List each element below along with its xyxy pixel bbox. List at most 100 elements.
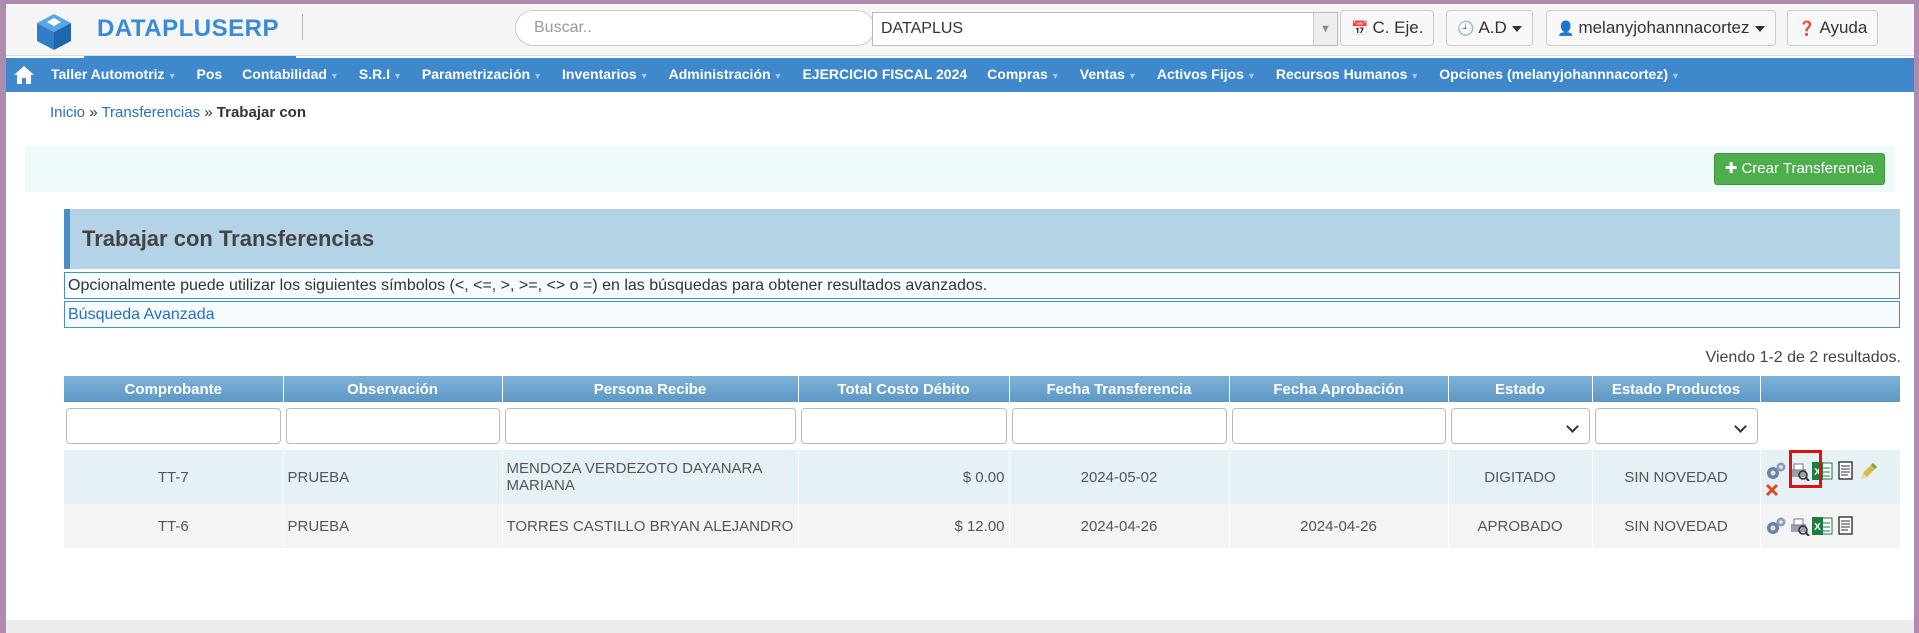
main-nav: Taller Automotriz ▼ Pos Contabilidad ▼ S.R.I ▼… bbox=[6, 58, 1914, 92]
ejercicio-label: C. Eje. bbox=[1372, 18, 1424, 37]
breadcrumb-separator: » bbox=[204, 104, 213, 121]
col-header-fecha-aprobacion[interactable]: Fecha Aprobación bbox=[1229, 376, 1449, 402]
document-icon[interactable] bbox=[1834, 461, 1856, 481]
action-toolbar: ✚ Crear Transferencia bbox=[25, 146, 1895, 192]
company-select[interactable]: DATAPLUS ▼ bbox=[872, 12, 1338, 46]
nav-item-label: Parametrización bbox=[421, 66, 531, 82]
col-header-persona[interactable]: Persona Recibe bbox=[502, 376, 799, 402]
nav-items: Taller Automotriz ▼ Pos Contabilidad ▼ S.R.I ▼… bbox=[40, 57, 1689, 93]
create-transfer-button[interactable]: ✚ Crear Transferencia bbox=[1713, 153, 1885, 185]
chevron-down-icon: ▼ bbox=[167, 71, 177, 81]
cell-fecha-aprobacion: 2024-04-26 bbox=[1229, 504, 1449, 548]
nav-item-10[interactable]: Activos Fijos ▼ bbox=[1146, 57, 1265, 93]
filter-total-input[interactable] bbox=[800, 408, 1007, 444]
page-title: Trabajar con Transferencias bbox=[64, 209, 1900, 269]
brand-name[interactable]: DATAPLUSERP bbox=[97, 15, 279, 43]
caret-down-icon bbox=[1511, 25, 1522, 32]
nav-item-9[interactable]: Ventas ▼ bbox=[1069, 57, 1146, 93]
cell-estado-productos: SIN NOVEDAD bbox=[1592, 504, 1761, 548]
help-button[interactable]: ❓ Ayuda bbox=[1787, 10, 1879, 46]
delete-x-icon[interactable] bbox=[1765, 483, 1779, 497]
table-header-row: Comprobante Observación Persona Recibe T… bbox=[64, 376, 1901, 402]
breadcrumb: Inicio » Transferencias » Trabajar con bbox=[50, 104, 306, 121]
chevron-down-icon[interactable]: ▼ bbox=[1313, 13, 1337, 45]
filter-persona-input[interactable] bbox=[504, 408, 796, 444]
nav-item-0[interactable]: Taller Automotriz ▼ bbox=[40, 57, 185, 93]
header-divider bbox=[302, 14, 303, 40]
print-preview-icon[interactable] bbox=[1788, 516, 1810, 536]
chevron-down-icon: ▼ bbox=[639, 71, 649, 81]
nav-item-label: Administración bbox=[668, 66, 771, 82]
cell-fecha-transferencia: 2024-05-02 bbox=[1009, 450, 1230, 504]
nav-item-1[interactable]: Pos bbox=[185, 57, 231, 93]
table-row[interactable]: TT-7 PRUEBA MENDOZA VERDEZOTO DAYANARA M… bbox=[64, 450, 1901, 504]
cell-total: $ 12.00 bbox=[798, 504, 1010, 548]
cell-observacion: PRUEBA bbox=[283, 450, 503, 504]
plus-icon: ✚ bbox=[1724, 160, 1738, 177]
chevron-down-icon: ▼ bbox=[393, 71, 402, 81]
home-icon[interactable] bbox=[8, 58, 40, 92]
filter-estado-select[interactable] bbox=[1450, 408, 1590, 444]
user-menu-button[interactable]: 👤 melanyjohannnacortez bbox=[1546, 10, 1776, 46]
chevron-down-icon: ▼ bbox=[1671, 71, 1680, 81]
filter-comprobante-input[interactable] bbox=[66, 408, 281, 444]
breadcrumb-home-link[interactable]: Inicio bbox=[50, 104, 85, 121]
nav-item-6[interactable]: Administración ▼ bbox=[658, 57, 792, 93]
page-footer bbox=[6, 620, 1914, 633]
user-icon: 👤 bbox=[1557, 20, 1575, 36]
col-header-fecha-transferencia[interactable]: Fecha Transferencia bbox=[1009, 376, 1230, 402]
results-summary: Viendo 1-2 de 2 resultados. bbox=[1705, 349, 1901, 366]
table-row[interactable]: TT-6 PRUEBA TORRES CASTILLO BRYAN ALEJAN… bbox=[64, 504, 1901, 548]
col-header-estado[interactable]: Estado bbox=[1448, 376, 1593, 402]
nav-item-label: Compras bbox=[987, 66, 1048, 82]
col-header-total[interactable]: Total Costo Débito bbox=[798, 376, 1010, 402]
nav-item-label: Opciones (melanyjohannnacortez) bbox=[1439, 66, 1669, 82]
col-header-estado-productos[interactable]: Estado Productos bbox=[1592, 376, 1761, 402]
search-input[interactable]: Buscar.. bbox=[515, 10, 875, 46]
svg-text:X: X bbox=[1814, 522, 1821, 533]
cube-logo-icon bbox=[37, 14, 71, 50]
advanced-search-link[interactable]: Búsqueda Avanzada bbox=[64, 301, 1900, 328]
gears-icon[interactable] bbox=[1765, 461, 1787, 481]
chevron-down-icon: ▼ bbox=[1050, 71, 1060, 81]
nav-item-5[interactable]: Inventarios ▼ bbox=[551, 57, 658, 93]
chevron-down-icon: ▼ bbox=[773, 71, 783, 81]
nav-item-label: Recursos Humanos bbox=[1275, 66, 1408, 82]
filter-fecha-aprobacion-input[interactable] bbox=[1231, 408, 1446, 444]
cell-total: $ 0.00 bbox=[798, 450, 1010, 504]
company-value: DATAPLUS bbox=[881, 20, 964, 37]
ejercicio-button[interactable]: 📅 C. Eje. bbox=[1340, 10, 1435, 46]
nav-item-8[interactable]: Compras ▼ bbox=[976, 57, 1069, 93]
breadcrumb-section-link[interactable]: Transferencias bbox=[101, 104, 200, 121]
filter-observacion-input[interactable] bbox=[285, 408, 500, 444]
brand-logo[interactable] bbox=[34, 10, 74, 54]
cell-estado-productos: SIN NOVEDAD bbox=[1592, 450, 1761, 504]
clock-icon: 🕘 bbox=[1457, 20, 1475, 36]
row-actions: X bbox=[1760, 504, 1901, 548]
transfers-table: Comprobante Observación Persona Recibe T… bbox=[64, 376, 1901, 548]
excel-icon[interactable]: X bbox=[1811, 516, 1833, 536]
filter-fecha-transferencia-input[interactable] bbox=[1011, 408, 1227, 444]
filter-estado-productos-select[interactable] bbox=[1594, 408, 1758, 444]
document-icon[interactable] bbox=[1834, 516, 1856, 536]
nav-item-11[interactable]: Recursos Humanos ▼ bbox=[1265, 57, 1428, 93]
nav-item-3[interactable]: S.R.I ▼ bbox=[348, 57, 411, 93]
cell-estado: APROBADO bbox=[1448, 504, 1593, 548]
chevron-down-icon: ▼ bbox=[533, 71, 543, 81]
cell-fecha-transferencia: 2024-04-26 bbox=[1009, 504, 1230, 548]
col-header-comprobante[interactable]: Comprobante bbox=[64, 376, 284, 402]
col-header-observacion[interactable]: Observación bbox=[283, 376, 503, 402]
nav-item-2[interactable]: Contabilidad ▼ bbox=[231, 57, 348, 93]
question-circle-icon: ❓ bbox=[1798, 20, 1816, 36]
cell-persona: MENDOZA VERDEZOTO DAYANARA MARIANA bbox=[502, 450, 799, 504]
cell-persona: TORRES CASTILLO BRYAN ALEJANDRO bbox=[502, 504, 799, 548]
chevron-down-icon: ▼ bbox=[1246, 71, 1256, 81]
gears-icon[interactable] bbox=[1765, 516, 1787, 536]
nav-item-label: S.R.I bbox=[358, 66, 390, 82]
ad-button[interactable]: 🕘 A.D bbox=[1446, 10, 1533, 46]
edit-pencil-icon[interactable] bbox=[1857, 461, 1879, 481]
nav-item-12[interactable]: Opciones (melanyjohannnacortez) ▼ bbox=[1428, 57, 1689, 93]
nav-item-7[interactable]: EJERCICIO FISCAL 2024 bbox=[791, 57, 976, 93]
filter-row bbox=[64, 402, 1901, 450]
nav-item-4[interactable]: Parametrización ▼ bbox=[411, 57, 551, 93]
